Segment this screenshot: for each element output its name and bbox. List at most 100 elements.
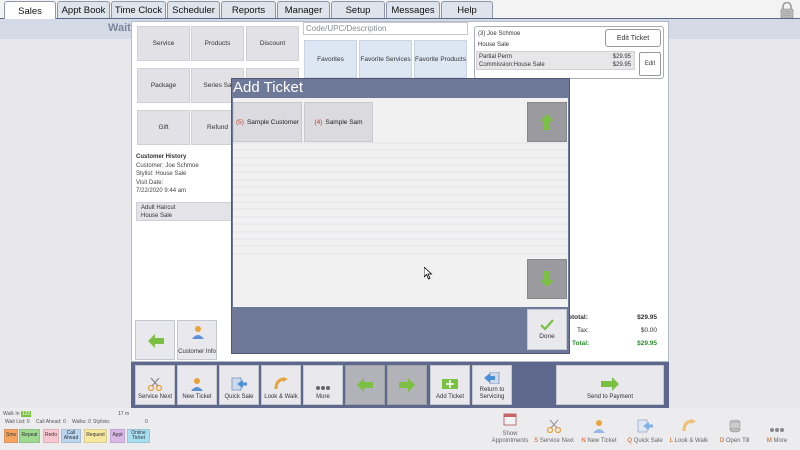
category-discount-button[interactable]: Discount xyxy=(246,26,299,61)
request-button[interactable]: Request xyxy=(84,429,107,443)
tab-scheduler[interactable]: Scheduler xyxy=(167,1,220,18)
ticket-line-item[interactable]: Partial Perm $29.95 Commission:House Sal… xyxy=(476,51,635,70)
stylists-count: 0 xyxy=(145,419,148,425)
ticket-sub: House Sale xyxy=(478,42,510,48)
quick-sale-icon xyxy=(637,419,653,433)
customer-icon xyxy=(593,420,605,433)
repeat-button[interactable]: Repeat xyxy=(19,429,40,443)
total-value: $29.95 xyxy=(637,340,657,347)
tab-time-clock[interactable]: Time Clock xyxy=(111,1,166,18)
online-ticket-button[interactable]: Online Ticket xyxy=(127,429,150,443)
quick-button-label: Look & Walk xyxy=(674,438,709,444)
appt-button[interactable]: Appt xyxy=(110,429,125,443)
show-appointments-button[interactable]: Show Appointments xyxy=(488,410,532,448)
tab-manager[interactable]: Manager xyxy=(277,1,330,18)
staff-count: (5) xyxy=(236,118,244,126)
call-ahead-button[interactable]: Call Ahead xyxy=(61,429,81,443)
previous-button[interactable] xyxy=(345,365,385,405)
customer-history: Customer History Customer: Joe Schmoe St… xyxy=(136,153,232,196)
calendar-icon xyxy=(503,413,517,426)
customer-info-button[interactable]: Customer Info xyxy=(177,320,217,360)
item-commission: Commission:House Sale xyxy=(479,62,545,68)
tab-help[interactable]: Help xyxy=(441,1,493,18)
look-walk-button[interactable]: Look & Walk xyxy=(261,365,301,405)
total-label: Total: xyxy=(572,340,590,347)
look-walk-icon xyxy=(682,419,696,432)
quick-new-ticket-button[interactable]: N New Ticket xyxy=(578,410,620,448)
walks-count: Walks: 0 xyxy=(72,419,91,425)
sms-button[interactable]: Sms xyxy=(4,429,18,443)
category-service-button[interactable]: Service xyxy=(137,26,190,61)
more-button[interactable]: More xyxy=(303,365,343,405)
favorite-products-button[interactable]: Favorite Products xyxy=(414,40,467,78)
shortcut-key: L xyxy=(669,438,673,444)
shortcut-key: M xyxy=(766,438,772,444)
scroll-down-button[interactable] xyxy=(527,259,567,299)
quick-sale-button[interactable]: Quick Sale xyxy=(219,365,259,405)
service-next-button[interactable]: Service Next xyxy=(135,365,175,405)
redo-button[interactable]: Redo xyxy=(43,429,59,443)
ticket-header: (3) Joe Schmoe xyxy=(478,31,521,37)
tab-sales[interactable]: Sales xyxy=(4,1,56,20)
mouse-cursor-icon xyxy=(424,267,433,280)
quick-button-label: Service Next xyxy=(539,438,574,444)
visit-date: 7/22/2020 9:44 am xyxy=(136,188,187,194)
walk-in-status: Walk In 123 xyxy=(3,411,32,417)
scroll-up-button[interactable] xyxy=(527,102,567,142)
tab-reports[interactable]: Reports xyxy=(221,1,276,18)
tab-messages[interactable]: Messages xyxy=(386,1,440,18)
quick-quick-sale-button[interactable]: Q Quick Sale xyxy=(622,410,668,448)
more-dots-icon xyxy=(770,428,784,432)
favorites-button[interactable]: Favorites xyxy=(304,40,357,78)
staff-button-sample-sam[interactable]: (4) Sample Sam xyxy=(304,102,373,142)
customer-icon xyxy=(192,326,204,339)
tab-setup[interactable]: Setup xyxy=(331,1,385,18)
arrow-down-icon xyxy=(540,271,554,287)
item-name: Partial Perm xyxy=(479,54,513,60)
staff-button-sample-customer[interactable]: (5) Sample Customer xyxy=(233,102,302,142)
tab-appt-book[interactable]: Appt Book xyxy=(57,1,110,18)
history-service-stylist: House Sale xyxy=(141,212,173,219)
staff-name: Sample Sam xyxy=(325,118,363,126)
quick-button-label: Quick Sale xyxy=(633,438,663,444)
history-service-item[interactable]: Adult Haircut House Sale xyxy=(136,202,232,221)
top-nav-bar: Sales Appt Book Time Clock Scheduler Rep… xyxy=(0,0,800,20)
arrow-right-icon xyxy=(399,378,415,392)
shortcut-key: S xyxy=(534,438,539,444)
quick-look-walk-button[interactable]: L Look & Walk xyxy=(668,410,710,448)
history-service-name: Adult Haircut xyxy=(141,205,176,211)
send-to-payment-button[interactable]: Send to Payment xyxy=(556,365,664,405)
category-products-button[interactable]: Products xyxy=(191,26,244,61)
new-ticket-button[interactable]: New Ticket xyxy=(177,365,217,405)
customer-history-title: Customer History xyxy=(136,154,187,160)
return-icon xyxy=(484,372,500,384)
quick-sale-icon xyxy=(231,377,247,391)
done-button[interactable]: Done xyxy=(527,309,567,350)
category-package-button[interactable]: Package xyxy=(137,68,190,103)
subtotal-label: btotal: xyxy=(568,314,588,321)
favorite-services-button[interactable]: Favorite Services xyxy=(359,40,412,78)
subtotal-value: $29.95 xyxy=(637,314,657,321)
scissors-icon xyxy=(147,377,163,391)
stylists-label: Stylists: xyxy=(93,419,111,425)
shortcut-key: O xyxy=(719,438,725,444)
customer-name: Customer: Joe Schmoe xyxy=(136,162,199,169)
lock-icon[interactable] xyxy=(780,1,794,19)
edit-item-button[interactable]: Edit xyxy=(639,52,661,76)
staff-count: (4) xyxy=(314,118,323,126)
add-ticket-button[interactable]: Add Ticket xyxy=(430,365,470,405)
scissors-icon xyxy=(546,419,562,434)
call-ahead-count: Call Ahead: 0 xyxy=(36,419,66,425)
next-button[interactable] xyxy=(387,365,427,405)
quick-service-next-button[interactable]: S Service Next xyxy=(534,410,574,448)
commission-price: $29.95 xyxy=(612,62,631,68)
send-payment-icon xyxy=(601,377,619,391)
category-gift-button[interactable]: Gift xyxy=(137,110,190,145)
return-to-servicing-button[interactable]: Return to Servicing xyxy=(472,365,512,405)
open-till-button[interactable]: O Open Till xyxy=(712,410,757,448)
staff-name: Sample Customer xyxy=(246,118,299,126)
quick-more-button[interactable]: M More xyxy=(757,410,797,448)
back-button[interactable] xyxy=(135,320,175,360)
search-input[interactable]: Code/UPC/Description xyxy=(303,22,468,35)
edit-ticket-button[interactable]: Edit Ticket xyxy=(605,29,661,47)
